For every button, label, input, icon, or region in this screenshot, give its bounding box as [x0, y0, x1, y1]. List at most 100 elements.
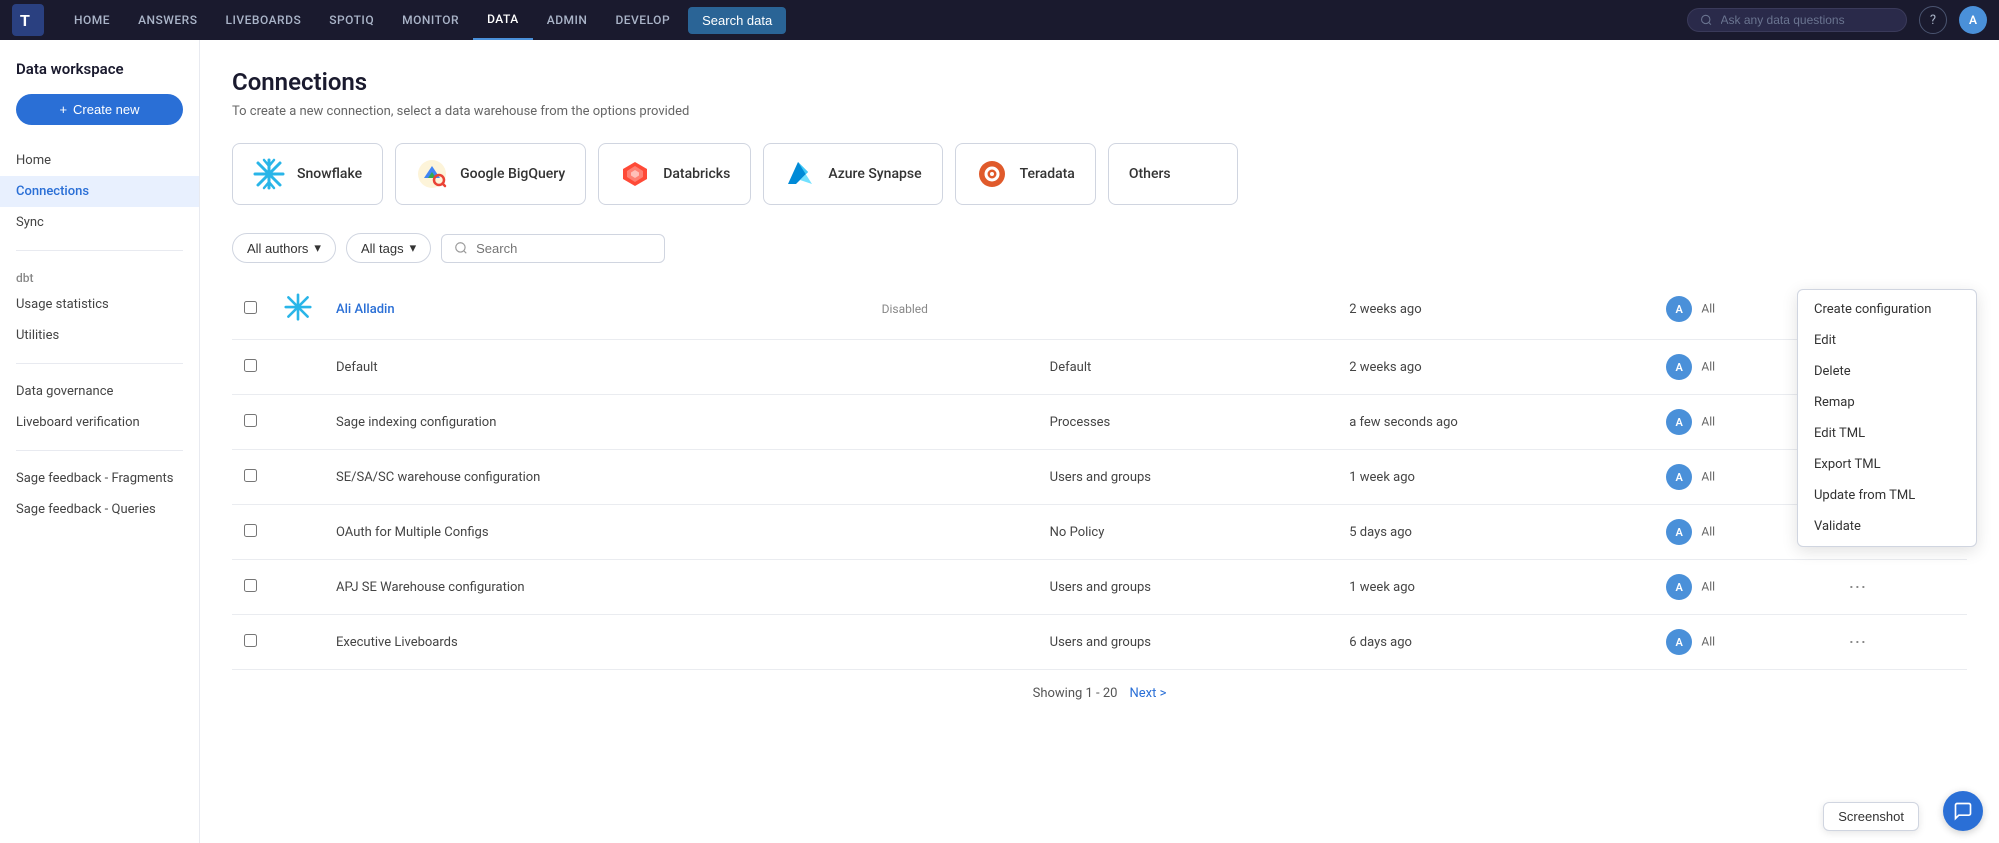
connection-access: All — [1701, 470, 1715, 484]
connections-table: Ali Alladin Disabled 2 weeks ago A All ⋯… — [232, 279, 1967, 670]
svg-text:T: T — [20, 13, 30, 30]
snowflake-label: Snowflake — [297, 166, 362, 182]
row-checkbox[interactable] — [244, 469, 257, 482]
connection-modified: 2 weeks ago — [1337, 340, 1654, 395]
bigquery-label: Google BigQuery — [460, 166, 565, 182]
connection-access: All — [1701, 360, 1715, 374]
connection-policy: Processes — [1038, 395, 1338, 450]
connection-access: All — [1701, 580, 1715, 594]
nav-right: ? A — [1687, 6, 1987, 34]
more-options-button[interactable]: ⋯ — [1840, 575, 1874, 600]
app-logo[interactable]: T — [12, 4, 44, 36]
table-search-input[interactable] — [476, 241, 652, 256]
all-tags-label: All tags — [361, 241, 404, 256]
menu-item-delete[interactable]: Delete — [1798, 356, 1976, 387]
create-new-label: Create new — [73, 102, 139, 117]
connection-access: All — [1701, 635, 1715, 649]
screenshot-button[interactable]: Screenshot — [1823, 802, 1919, 831]
more-options-button[interactable]: ⋯ — [1840, 630, 1874, 655]
sidebar-item-sage-fragments[interactable]: Sage feedback - Fragments — [0, 463, 199, 494]
menu-item-edit-tml[interactable]: Edit TML — [1798, 418, 1976, 449]
connection-policy — [1038, 279, 1338, 340]
menu-item-validate[interactable]: Validate — [1798, 511, 1976, 542]
top-nav: T HOME ANSWERS LIVEBOARDS SPOTIQ MONITOR… — [0, 0, 1999, 40]
nav-item-spotiq[interactable]: SPOTIQ — [315, 0, 388, 40]
sidebar-item-sync[interactable]: Sync — [0, 207, 199, 238]
table-row: APJ SE Warehouse configuration Users and… — [232, 560, 1967, 615]
nav-item-answers[interactable]: ANSWERS — [124, 0, 211, 40]
connection-access: All — [1701, 302, 1715, 316]
pagination-next[interactable]: Next > — [1129, 686, 1166, 701]
nav-item-data[interactable]: DATA — [473, 0, 533, 40]
connection-card-teradata[interactable]: Teradata — [955, 143, 1096, 205]
connection-modified: 5 days ago — [1337, 505, 1654, 560]
connection-policy: Default — [1038, 340, 1338, 395]
row-checkbox[interactable] — [244, 524, 257, 537]
user-avatar[interactable]: A — [1959, 6, 1987, 34]
connection-avatar: A — [1666, 574, 1692, 600]
menu-item-export-tml[interactable]: Export TML — [1798, 449, 1976, 480]
table-row: Default Default 2 weeks ago A All — [232, 340, 1967, 395]
connection-card-others[interactable]: Others — [1108, 143, 1238, 205]
create-new-button[interactable]: + Create new — [16, 94, 183, 125]
row-checkbox[interactable] — [244, 359, 257, 372]
live-chat-button[interactable] — [1943, 791, 1983, 831]
nav-item-monitor[interactable]: MONITOR — [388, 0, 473, 40]
connection-modified: 1 week ago — [1337, 560, 1654, 615]
connection-card-snowflake[interactable]: Snowflake — [232, 143, 383, 205]
filter-row: All authors ▾ All tags ▾ — [232, 233, 1967, 263]
menu-item-edit[interactable]: Edit — [1798, 325, 1976, 356]
connection-card-bigquery[interactable]: Google BigQuery — [395, 143, 586, 205]
databricks-label: Databricks — [663, 166, 730, 182]
ask-data-search[interactable] — [1687, 8, 1907, 32]
menu-item-remap[interactable]: Remap — [1798, 387, 1976, 418]
connection-policy: Users and groups — [1038, 615, 1338, 670]
connection-modified: 1 week ago — [1337, 450, 1654, 505]
sidebar-item-utilities[interactable]: Utilities — [0, 320, 199, 351]
sidebar-item-liveboard-verification[interactable]: Liveboard verification — [0, 407, 199, 438]
table-search-icon — [454, 241, 468, 255]
chat-icon — [1953, 801, 1973, 821]
authors-chevron-icon: ▾ — [314, 240, 321, 256]
page-title: Connections — [232, 68, 1967, 96]
row-checkbox[interactable] — [244, 634, 257, 647]
connection-name: APJ SE Warehouse configuration — [336, 580, 525, 595]
nav-item-develop[interactable]: DEVELOP — [601, 0, 684, 40]
ask-data-input[interactable] — [1721, 13, 1894, 27]
connection-name[interactable]: Ali Alladin — [336, 302, 395, 317]
connection-access: All — [1701, 525, 1715, 539]
plus-icon: + — [59, 102, 67, 117]
sidebar-item-data-governance[interactable]: Data governance — [0, 376, 199, 407]
connection-modified: a few seconds ago — [1337, 395, 1654, 450]
table-row: Executive Liveboards Users and groups 6 … — [232, 615, 1967, 670]
row-checkbox[interactable] — [244, 579, 257, 592]
nav-item-home[interactable]: HOME — [60, 0, 124, 40]
connection-policy: No Policy — [1038, 505, 1338, 560]
table-search-box[interactable] — [441, 234, 665, 263]
connection-status: Disabled — [882, 302, 928, 316]
sidebar-item-connections[interactable]: Connections — [0, 176, 199, 207]
search-data-button[interactable]: Search data — [688, 7, 786, 34]
sidebar-item-sage-queries[interactable]: Sage feedback - Queries — [0, 494, 199, 525]
connection-avatar: A — [1666, 354, 1692, 380]
menu-item-update-from-tml[interactable]: Update from TML — [1798, 480, 1976, 511]
all-tags-filter[interactable]: All tags ▾ — [346, 233, 431, 263]
nav-item-admin[interactable]: ADMIN — [533, 0, 602, 40]
nav-item-liveboards[interactable]: LIVEBOARDS — [211, 0, 315, 40]
menu-item-create-config[interactable]: Create configuration — [1798, 294, 1976, 325]
sidebar-divider-2 — [16, 363, 183, 364]
sidebar-item-home[interactable]: Home — [0, 145, 199, 176]
sidebar-title: Data workspace — [0, 60, 199, 94]
row-checkbox[interactable] — [244, 414, 257, 427]
all-authors-filter[interactable]: All authors ▾ — [232, 233, 336, 263]
connection-card-databricks[interactable]: Databricks — [598, 143, 751, 205]
connection-card-azure[interactable]: Azure Synapse — [763, 143, 942, 205]
row-checkbox[interactable] — [244, 301, 257, 314]
table-row: Ali Alladin Disabled 2 weeks ago A All ⋯… — [232, 279, 1967, 340]
connection-name: Executive Liveboards — [336, 635, 458, 650]
databricks-icon — [619, 158, 651, 190]
pagination-row: Showing 1 - 20 Next > — [232, 670, 1967, 717]
tags-chevron-icon: ▾ — [410, 240, 417, 256]
help-button[interactable]: ? — [1919, 6, 1947, 34]
sidebar-item-usage-statistics[interactable]: Usage statistics — [0, 289, 199, 320]
